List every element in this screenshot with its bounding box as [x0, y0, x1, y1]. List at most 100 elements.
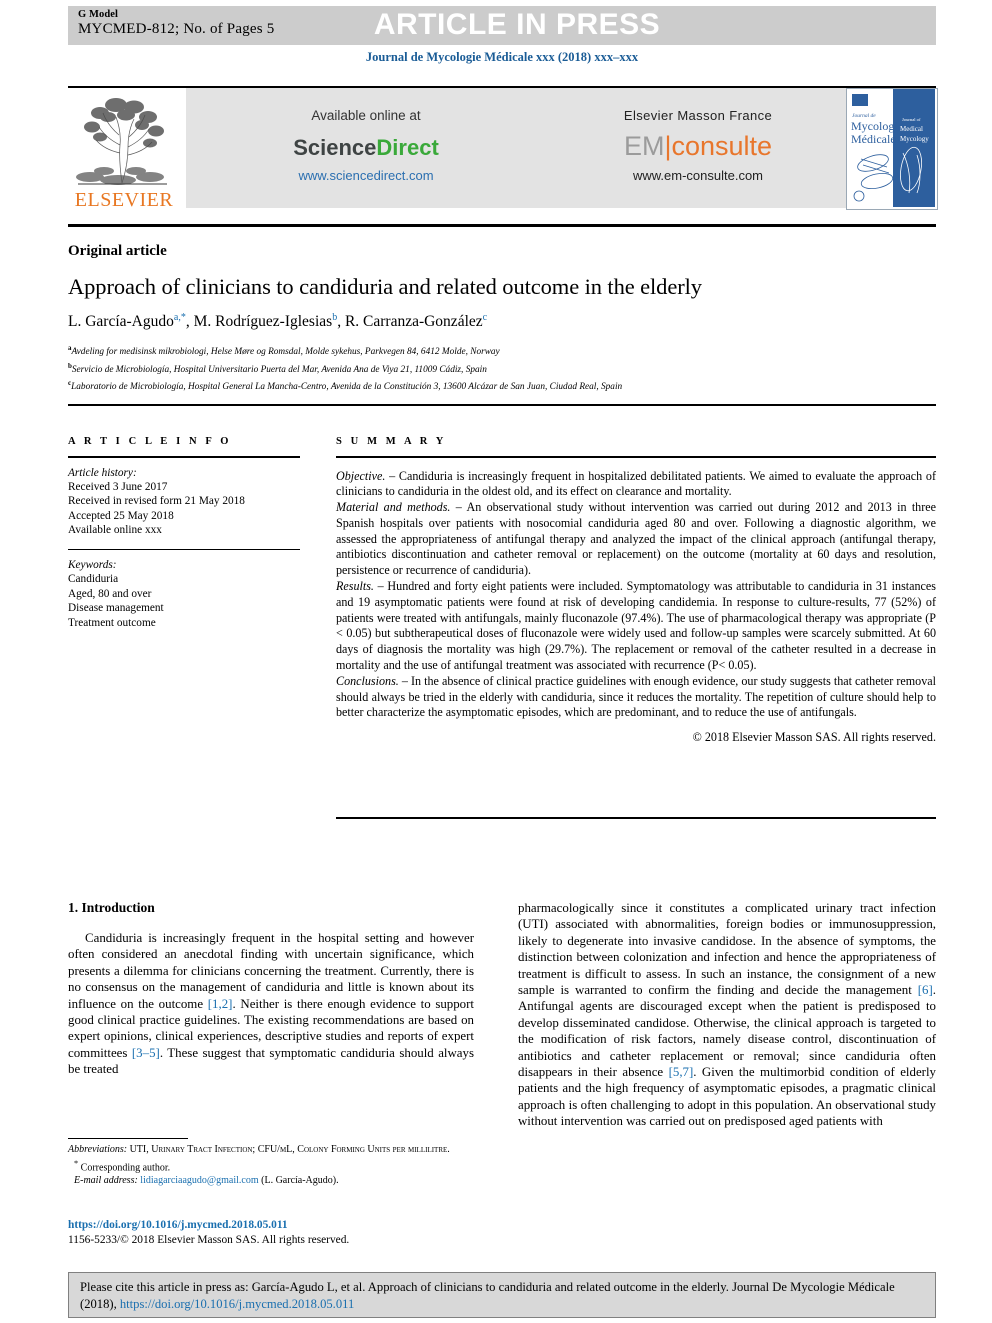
article-type-label: Original article	[68, 243, 167, 259]
email-note: E-mail address: lidiagarciaagudo@gmail.c…	[68, 1174, 474, 1188]
article-info-column: A R T I C L E I N F O Article history: R…	[68, 436, 300, 630]
abstract-body: Objective. – Candiduria is increasingly …	[336, 469, 936, 722]
author-name: M. Rodríguez-Iglesias	[193, 313, 333, 331]
article-info-heading: A R T I C L E I N F O	[68, 436, 232, 447]
affiliation-item: bServicio de Microbiología, Hospital Uni…	[68, 360, 928, 378]
doi-block: https://doi.org/10.1016/j.mycmed.2018.05…	[68, 1218, 474, 1248]
author-marks: a,*	[173, 312, 186, 323]
summary-column: S U M M A R Y Objective. – Candiduria is…	[336, 436, 936, 745]
abstract-section-text: Hundred and forty eight patients were in…	[336, 579, 936, 673]
keywords-block: Keywords: Candiduria Aged, 80 and over D…	[68, 558, 300, 630]
elsevier-logo: ELSEVIER	[68, 91, 180, 211]
svg-text:Médicale: Médicale	[851, 132, 896, 146]
paragraph-text: pharmacologically since it constitutes a…	[518, 901, 936, 998]
available-online-label: Available online at	[311, 108, 421, 123]
asterisk-marker: *	[74, 1158, 79, 1168]
history-item: Received 3 June 2017	[68, 480, 168, 493]
author-name: R. Carranza-González	[344, 313, 483, 331]
svg-text:Mycology: Mycology	[900, 135, 929, 143]
footnote-rule	[68, 1138, 188, 1139]
affiliation-text: Laboratorio de Microbiología, Hospital G…	[71, 382, 623, 393]
sciencedirect-logo: ScienceDirect	[186, 135, 546, 161]
abstract-section: Material and methods. – An observational…	[336, 500, 936, 579]
summary-bottom-rule	[336, 817, 936, 819]
author-name: L. García-Agudo	[68, 313, 174, 331]
affiliation-text: Avdeling for medisinsk mikrobiologi, Hel…	[71, 347, 500, 358]
sciencedirect-url[interactable]: www.sciencedirect.com	[186, 168, 546, 183]
elsevier-wordmark: ELSEVIER	[74, 189, 174, 211]
citation-ref[interactable]: [5,7]	[669, 1065, 694, 1079]
article-in-press-banner: G Model MYCMED-812; No. of Pages 5 ARTIC…	[68, 6, 936, 45]
abstract-section: Objective. – Candiduria is increasingly …	[336, 469, 936, 501]
sciencedirect-logo-part2: Direct	[376, 135, 439, 160]
issn-copyright-line: 1156-5233/© 2018 Elsevier Masson SAS. Al…	[68, 1234, 350, 1246]
corresponding-author-note: * Corresponding author.	[68, 1157, 474, 1175]
keywords-label: Keywords:	[68, 559, 117, 572]
abstract-section-text: In the absence of clinical practice guid…	[336, 673, 936, 720]
keyword-item: Aged, 80 and over	[68, 587, 152, 600]
keyword-item: Disease management	[68, 602, 164, 615]
history-item: Accepted 25 May 2018	[68, 509, 174, 522]
sciencedirect-block: Available online at ScienceDirect www.sc…	[186, 108, 546, 183]
summary-heading: S U M M A R Y	[336, 436, 447, 447]
email-label: E-mail address:	[74, 1175, 138, 1187]
email-link[interactable]: lidiagarciaagudo@gmail.com	[140, 1175, 258, 1186]
corresponding-author-text: Corresponding author.	[80, 1161, 171, 1173]
body-column-left: 1. Introduction Candiduria is increasing…	[68, 900, 474, 1078]
publisher-masthead: ELSEVIER Available online at ScienceDire…	[68, 88, 938, 212]
abstract-section-lead: Conclusions. –	[336, 673, 408, 688]
citation-ref[interactable]: [1,2]	[208, 997, 233, 1011]
elsevier-tree-icon	[70, 91, 175, 189]
abbreviations-text: UTI, Urinary Tract Infection; CFU/mL, Co…	[127, 1144, 450, 1155]
svg-text:Journal of: Journal of	[902, 117, 921, 122]
abbreviations-note: Abbreviations: UTI, Urinary Tract Infect…	[68, 1143, 474, 1157]
cite-this-article-text: Please cite this article in press as: Ga…	[80, 1279, 925, 1313]
affiliation-list: aAvdeling for medisinsk mikrobiologi, He…	[68, 342, 928, 395]
summary-rule	[336, 456, 936, 458]
history-item: Received in revised form 21 May 2018	[68, 495, 245, 508]
masthead-bottom-rule	[68, 224, 936, 227]
keyword-item: Candiduria	[68, 573, 119, 586]
keywords-separator-rule	[68, 548, 300, 551]
doi-link[interactable]: https://doi.org/10.1016/j.mycmed.2018.05…	[68, 1218, 474, 1233]
journal-cover-thumbnail: Journal de Mycologie Médicale Journal of…	[846, 88, 938, 210]
citation-ref[interactable]: [3–5]	[132, 1046, 160, 1060]
article-in-press-text: ARTICLE IN PRESS	[373, 8, 661, 41]
journal-reference-line: Journal de Mycologie Médicale xxx (2018)…	[365, 50, 639, 64]
abstract-section-text: Candiduria is increasingly frequent in h…	[336, 468, 936, 499]
footnote-block: Abbreviations: UTI, Urinary Tract Infect…	[68, 1143, 474, 1188]
em-consulte-url[interactable]: www.em-consulte.com	[558, 168, 838, 183]
svg-text:Medical: Medical	[900, 125, 923, 133]
history-item: Available online xxx	[68, 524, 162, 537]
author-list: L. García-Agudoa,*, M. Rodríguez-Iglesia…	[68, 312, 488, 331]
elsevier-masson-france-label: Elsevier Masson France	[623, 108, 773, 123]
svg-text:Mycologie: Mycologie	[851, 119, 903, 133]
abstract-section: Conclusions. – In the absence of clinica…	[336, 674, 936, 721]
paragraph: Candiduria is increasingly frequent in t…	[68, 930, 474, 1078]
keyword-item: Treatment outcome	[68, 616, 156, 629]
article-history-label: Article history:	[68, 466, 137, 479]
sciencedirect-logo-part1: Science	[293, 135, 377, 160]
article-history-block: Article history: Received 3 June 2017 Re…	[68, 466, 300, 538]
abstract-section-lead: Material and methods. –	[336, 500, 462, 515]
abbreviations-label: Abbreviations:	[68, 1144, 128, 1155]
article-info-rule	[68, 456, 300, 458]
email-owner: (L. García-Agudo).	[261, 1175, 339, 1187]
section-heading-introduction: 1. Introduction	[68, 900, 155, 915]
body-column-right: pharmacologically since it constitutes a…	[518, 900, 936, 1130]
author-marks: c	[482, 312, 488, 323]
abstract-section-lead: Results. –	[336, 579, 384, 594]
copyright-line: © 2018 Elsevier Masson SAS. All rights r…	[692, 730, 936, 745]
cite-doi-link[interactable]: https://doi.org/10.1016/j.mycmed.2018.05…	[120, 1297, 354, 1311]
page-title: Approach of clinicians to candiduria and…	[68, 274, 702, 299]
affiliation-text: Servicio de Microbiología, Hospital Univ…	[71, 364, 487, 375]
abstract-section: Results. – Hundred and forty eight patie…	[336, 579, 936, 674]
citation-ref[interactable]: [6]	[918, 983, 933, 997]
paragraph: pharmacologically since it constitutes a…	[518, 900, 936, 1130]
em-logo-part2: consulte	[671, 131, 773, 161]
cite-this-article-box: Please cite this article in press as: Ga…	[68, 1272, 936, 1318]
abstract-section-lead: Objective. –	[336, 468, 396, 483]
article-head-bottom-rule	[68, 404, 936, 406]
author-marks: b	[332, 312, 338, 323]
em-logo-part1: EM	[623, 131, 665, 161]
